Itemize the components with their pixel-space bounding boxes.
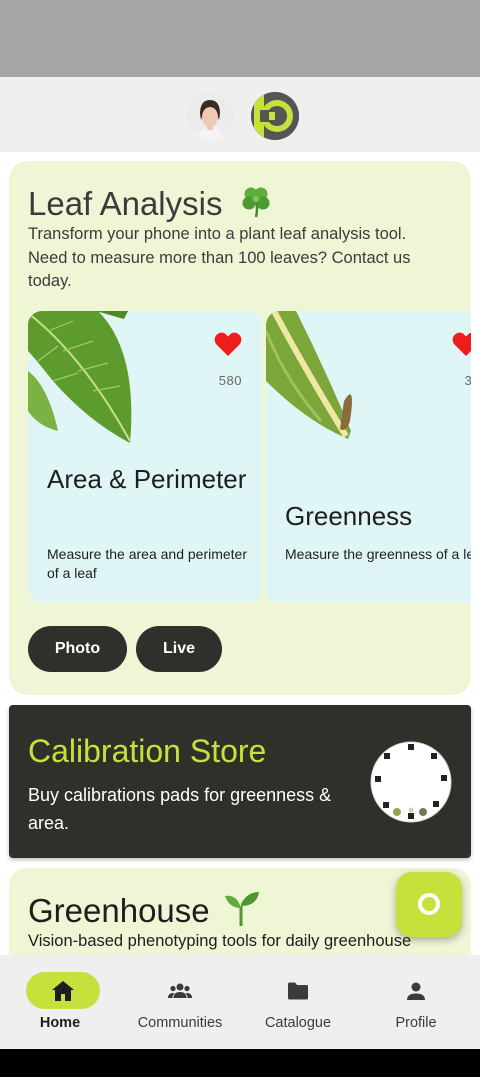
camera-fab-button[interactable]	[396, 872, 462, 937]
heart-icon[interactable]	[214, 331, 242, 357]
nav-item-catalogue[interactable]: Catalogue	[238, 955, 358, 1049]
nav-item-communities[interactable]: Communities	[120, 955, 240, 1049]
top-app-bar	[0, 77, 480, 152]
corn-leaf-photo-image	[266, 311, 396, 446]
tool-card-area-perimeter[interactable]: 580 Area & Perimeter Measure the area an…	[28, 311, 262, 603]
greenhouse-title: Greenhouse	[28, 888, 261, 930]
folder-icon	[288, 982, 308, 1000]
nav-item-home[interactable]: Home	[0, 955, 120, 1049]
nav-label: Communities	[137, 1015, 223, 1031]
system-navigation-bar	[0, 1049, 480, 1077]
tool-subtitle: Measure the greenness of a leaf	[285, 546, 471, 562]
like-count: 31	[464, 373, 471, 388]
app-screen: Leaf Analysis Transform your phone into …	[0, 0, 480, 1077]
user-avatar[interactable]	[186, 92, 234, 140]
app-logo-icon	[251, 92, 299, 140]
four-leaf-clover-icon	[242, 187, 270, 218]
app-logo[interactable]	[251, 92, 299, 140]
leaf-analysis-description: Transform your phone into a plant leaf a…	[28, 225, 411, 290]
group-icon	[168, 983, 192, 998]
tool-subtitle: Measure the area and perimeter of a leaf	[47, 546, 247, 581]
live-button[interactable]: Live	[136, 626, 222, 672]
greenhouse-description: Vision-based phenotyping tools for daily…	[28, 932, 412, 950]
greenhouse-title-text: Greenhouse	[28, 892, 210, 929]
calibration-pad-image	[370, 741, 452, 823]
calibration-store-description: Buy calibrations pads for greenness & ar…	[28, 785, 332, 833]
nav-item-profile[interactable]: Profile	[356, 955, 476, 1049]
leaf-analysis-title: Leaf Analysis	[28, 181, 276, 223]
home-icon	[52, 981, 74, 1001]
calibration-store-title: Calibration Store	[28, 733, 267, 769]
user-photo-avatar	[186, 92, 234, 140]
nav-label: Home	[39, 1015, 81, 1031]
leaf-analysis-card: Leaf Analysis Transform your phone into …	[9, 161, 471, 695]
leaf-analysis-title-text: Leaf Analysis	[28, 185, 223, 222]
tool-title: Area & Perimeter	[47, 464, 247, 494]
tool-title: Greenness	[285, 501, 413, 531]
status-bar-area	[0, 0, 480, 77]
nav-label: Profile	[395, 1015, 437, 1031]
heart-icon[interactable]	[452, 331, 471, 357]
calibration-store-card[interactable]: Calibration Store Buy calibrations pads …	[9, 705, 471, 858]
bottom-navigation: Home Communities Catalogue Profile	[0, 955, 480, 1049]
nav-label: Catalogue	[264, 1015, 332, 1031]
tool-card-greenness[interactable]: 31 Greenness Measure the greenness of a …	[266, 311, 471, 603]
leaf-photo-image	[28, 311, 158, 446]
like-count: 580	[218, 373, 242, 388]
camera-shutter-icon	[418, 893, 440, 915]
person-icon	[407, 982, 425, 1000]
seedling-icon	[224, 892, 259, 926]
photo-button[interactable]: Photo	[28, 626, 127, 672]
